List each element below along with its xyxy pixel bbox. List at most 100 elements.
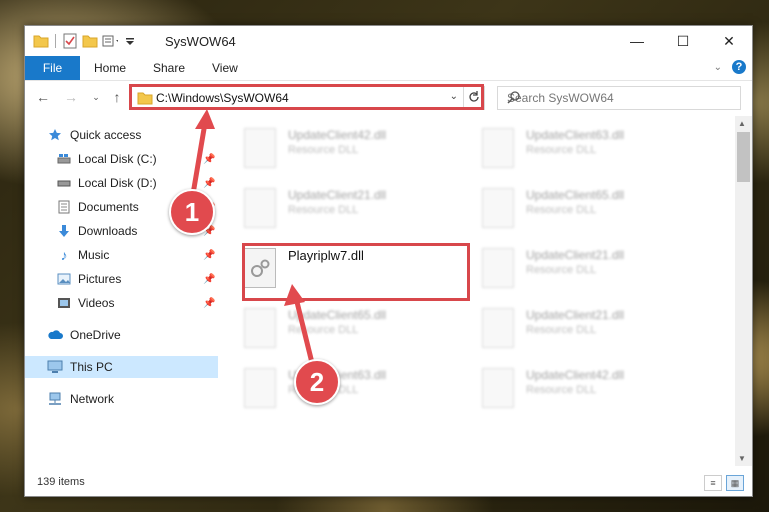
scroll-up-icon[interactable]: ▲ [738,119,746,128]
properties-icon[interactable] [62,33,78,49]
sidebar-item-label: This PC [70,360,113,374]
pin-icon: 📌 [203,273,216,285]
view-switcher: ≡ ▦ [704,475,744,491]
details-view-icon[interactable]: ≡ [704,475,722,491]
file-name: UpdateClient21.dll [288,188,387,202]
sidebar-item-label: Documents [78,200,139,214]
file-type: Resource DLL [526,324,597,336]
new-folder-icon[interactable] [82,33,98,49]
scroll-down-icon[interactable]: ▼ [738,454,746,463]
sidebar-item-label: Local Disk (C:) [78,152,157,166]
expand-ribbon-icon[interactable]: ⌄ [714,62,722,73]
file-item[interactable]: UpdateClient65.dll Resource DLL [230,302,460,352]
sidebar-item-label: Downloads [78,224,138,238]
file-name: UpdateClient42.dll [526,368,625,382]
step-callout-2: 2 [294,359,340,405]
file-item[interactable]: UpdateClient65.dll Resource DLL [468,182,698,232]
maximize-button[interactable]: ☐ [660,26,706,56]
minimize-button[interactable]: — [614,26,660,56]
file-explorer-window: SysWOW64 — ☐ ✕ File Home Share View ⌄ ? … [24,25,753,497]
dll-file-icon [482,188,514,228]
file-item[interactable]: UpdateClient42.dll Resource DLL [230,122,460,172]
file-item[interactable]: UpdateClient21.dll Resource DLL [468,302,698,352]
folder-icon[interactable] [33,33,49,49]
separator [55,34,56,48]
file-item[interactable]: UpdateClient63.dll Resource DLL [468,122,698,172]
item-count: 139 items [37,476,85,488]
forward-arrow-icon[interactable]: → [63,89,79,105]
dll-file-icon [482,308,514,348]
quick-access-toolbar [33,33,138,49]
file-type: Resource DLL [526,264,597,276]
dll-file-icon [244,308,276,348]
close-button[interactable]: ✕ [706,26,752,56]
file-type: Resource DLL [288,144,359,156]
music-icon: ♪ [60,247,68,263]
vertical-scrollbar[interactable]: ▲ ▼ [735,116,752,466]
sidebar-item-label: Network [70,392,115,406]
file-item[interactable]: UpdateClient21.dll Resource DLL [468,242,698,292]
pin-icon: 📌 [203,249,216,261]
dll-file-icon [244,188,276,228]
recent-locations-icon[interactable]: ⌄ [88,89,104,105]
navigation-bar: ← → ⌄ ↑ C:\Windows\SysWOW64 ⌄ Search Sys… [25,81,752,115]
chevron-down-icon[interactable] [122,33,138,49]
help-icon[interactable]: ? [732,60,746,74]
tab-file[interactable]: File [25,56,80,80]
sidebar-item-label: Music [78,248,110,262]
drive-icon [56,175,72,191]
customize-toolbar-icon[interactable] [102,33,118,49]
sidebar-item-label: Quick access [70,128,142,142]
documents-icon [56,199,72,215]
pin-icon: 📌 [203,297,216,309]
ribbon-tabs: File Home Share View ⌄ ? [25,56,752,81]
status-bar: 139 items ≡ ▦ [25,471,752,496]
file-type: Resource DLL [526,204,597,216]
dll-file-icon [482,368,514,408]
search-icon [507,90,734,107]
sidebar-item-label: OneDrive [70,328,121,342]
tab-home[interactable]: Home [94,56,126,80]
file-highlight-box [242,243,470,301]
file-type: Resource DLL [288,204,359,216]
sidebar-item-this-pc[interactable]: This PC [25,356,218,378]
videos-icon [56,295,72,311]
network-icon [47,391,63,407]
file-item[interactable]: UpdateClient42.dll Resource DLL [468,362,698,412]
sidebar-item-label: Videos [78,296,115,310]
dll-file-icon [482,248,514,288]
back-arrow-icon[interactable]: ← [35,89,51,105]
large-icons-view-icon[interactable]: ▦ [726,475,744,491]
dll-file-icon [244,128,276,168]
sidebar-item-videos[interactable]: Videos 📌 [25,292,218,314]
file-name: UpdateClient21.dll [526,308,625,322]
cloud-icon [47,327,63,343]
tab-share[interactable]: Share [153,56,185,80]
file-item[interactable]: UpdateClient63.dll Resource DLL [230,362,460,412]
sidebar-item-network[interactable]: Network [25,388,218,410]
up-arrow-icon[interactable]: ↑ [109,89,125,105]
dll-file-icon [244,368,276,408]
ribbon-right-controls: ⌄ ? [714,60,746,74]
title-bar: SysWOW64 — ☐ ✕ [25,26,752,56]
sidebar-item-music[interactable]: ♪ Music 📌 [25,244,218,266]
file-type: Resource DLL [526,384,597,396]
tab-view[interactable]: View [212,56,238,80]
downloads-icon [56,223,72,239]
dll-file-icon [482,128,514,168]
pictures-icon [56,271,72,287]
file-name: UpdateClient63.dll [526,128,625,142]
file-name: UpdateClient65.dll [526,188,625,202]
window-controls: — ☐ ✕ [614,26,752,56]
drive-icon [56,151,72,167]
file-name: UpdateClient42.dll [288,128,387,142]
computer-icon [47,359,63,375]
scrollbar-thumb[interactable] [737,132,750,182]
file-item[interactable]: UpdateClient21.dll Resource DLL [230,182,460,232]
sidebar-item-onedrive[interactable]: OneDrive [25,324,218,346]
search-input[interactable]: Search SysWOW64 [497,86,741,110]
file-name: UpdateClient21.dll [526,248,625,262]
sidebar-item-label: Pictures [78,272,122,286]
window-title: SysWOW64 [165,34,236,49]
sidebar-item-pictures[interactable]: Pictures 📌 [25,268,218,290]
